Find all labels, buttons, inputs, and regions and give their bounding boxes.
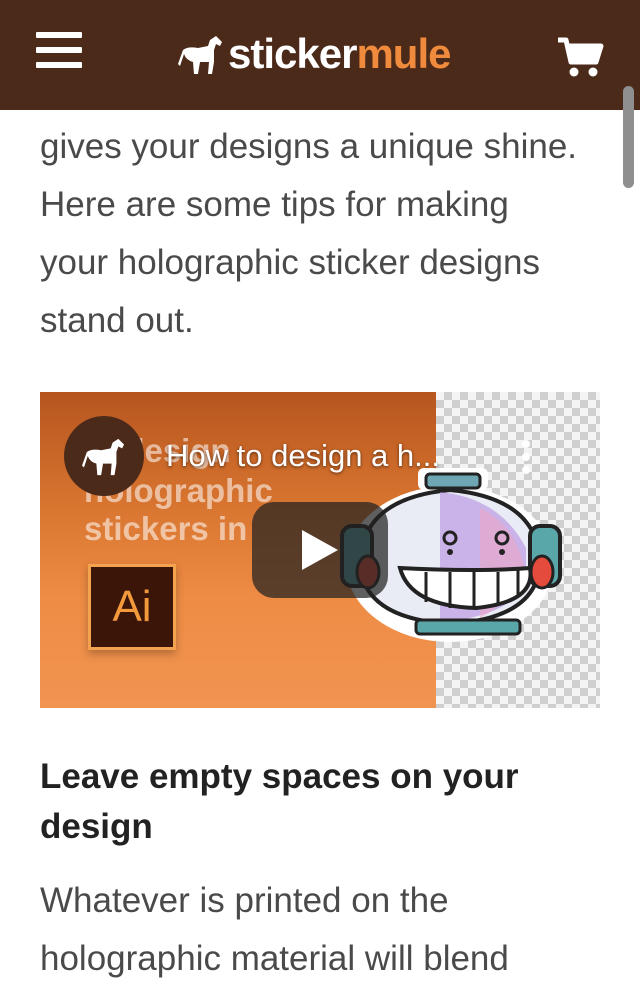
play-icon xyxy=(302,530,338,570)
embedded-video-player[interactable]: to design holographic stickers in Ai How… xyxy=(40,392,600,708)
logo-text-mule: mule xyxy=(356,30,451,77)
body-line: Whatever is printed on the xyxy=(40,881,449,920)
intro-line: Here are some tips for making xyxy=(40,185,509,224)
video-title-link[interactable]: How to design a h... xyxy=(166,438,440,474)
illustrator-badge-text: Ai xyxy=(112,582,152,631)
horse-avatar-icon xyxy=(82,438,125,476)
horse-logo-icon xyxy=(178,36,222,74)
hamburger-menu-icon[interactable] xyxy=(36,32,82,72)
intro-line: stand out. xyxy=(40,301,194,340)
article-body: Whatever is printed on the holographic m… xyxy=(40,872,600,988)
intro-line: your holographic sticker designs xyxy=(40,243,540,282)
logo-text-sticker: sticker xyxy=(228,30,357,77)
thumbnail-text: stickers in xyxy=(84,510,248,547)
intro-line: gives your designs a unique shine. xyxy=(40,127,578,166)
illustrator-badge: Ai xyxy=(88,564,176,650)
article-intro: gives your designs a unique shine. Here … xyxy=(40,118,606,350)
shopping-cart-icon[interactable] xyxy=(556,36,604,78)
play-button[interactable] xyxy=(252,502,388,598)
section-heading: Leave empty spaces on your design xyxy=(40,757,519,846)
body-line: holographic material will blend xyxy=(40,939,509,978)
stickermule-logo[interactable]: sticker mule xyxy=(178,26,451,82)
top-navigation-bar: sticker mule xyxy=(0,0,640,110)
channel-avatar[interactable] xyxy=(64,416,144,496)
more-vertical-icon[interactable] xyxy=(520,440,532,476)
scrollbar[interactable] xyxy=(623,86,634,188)
